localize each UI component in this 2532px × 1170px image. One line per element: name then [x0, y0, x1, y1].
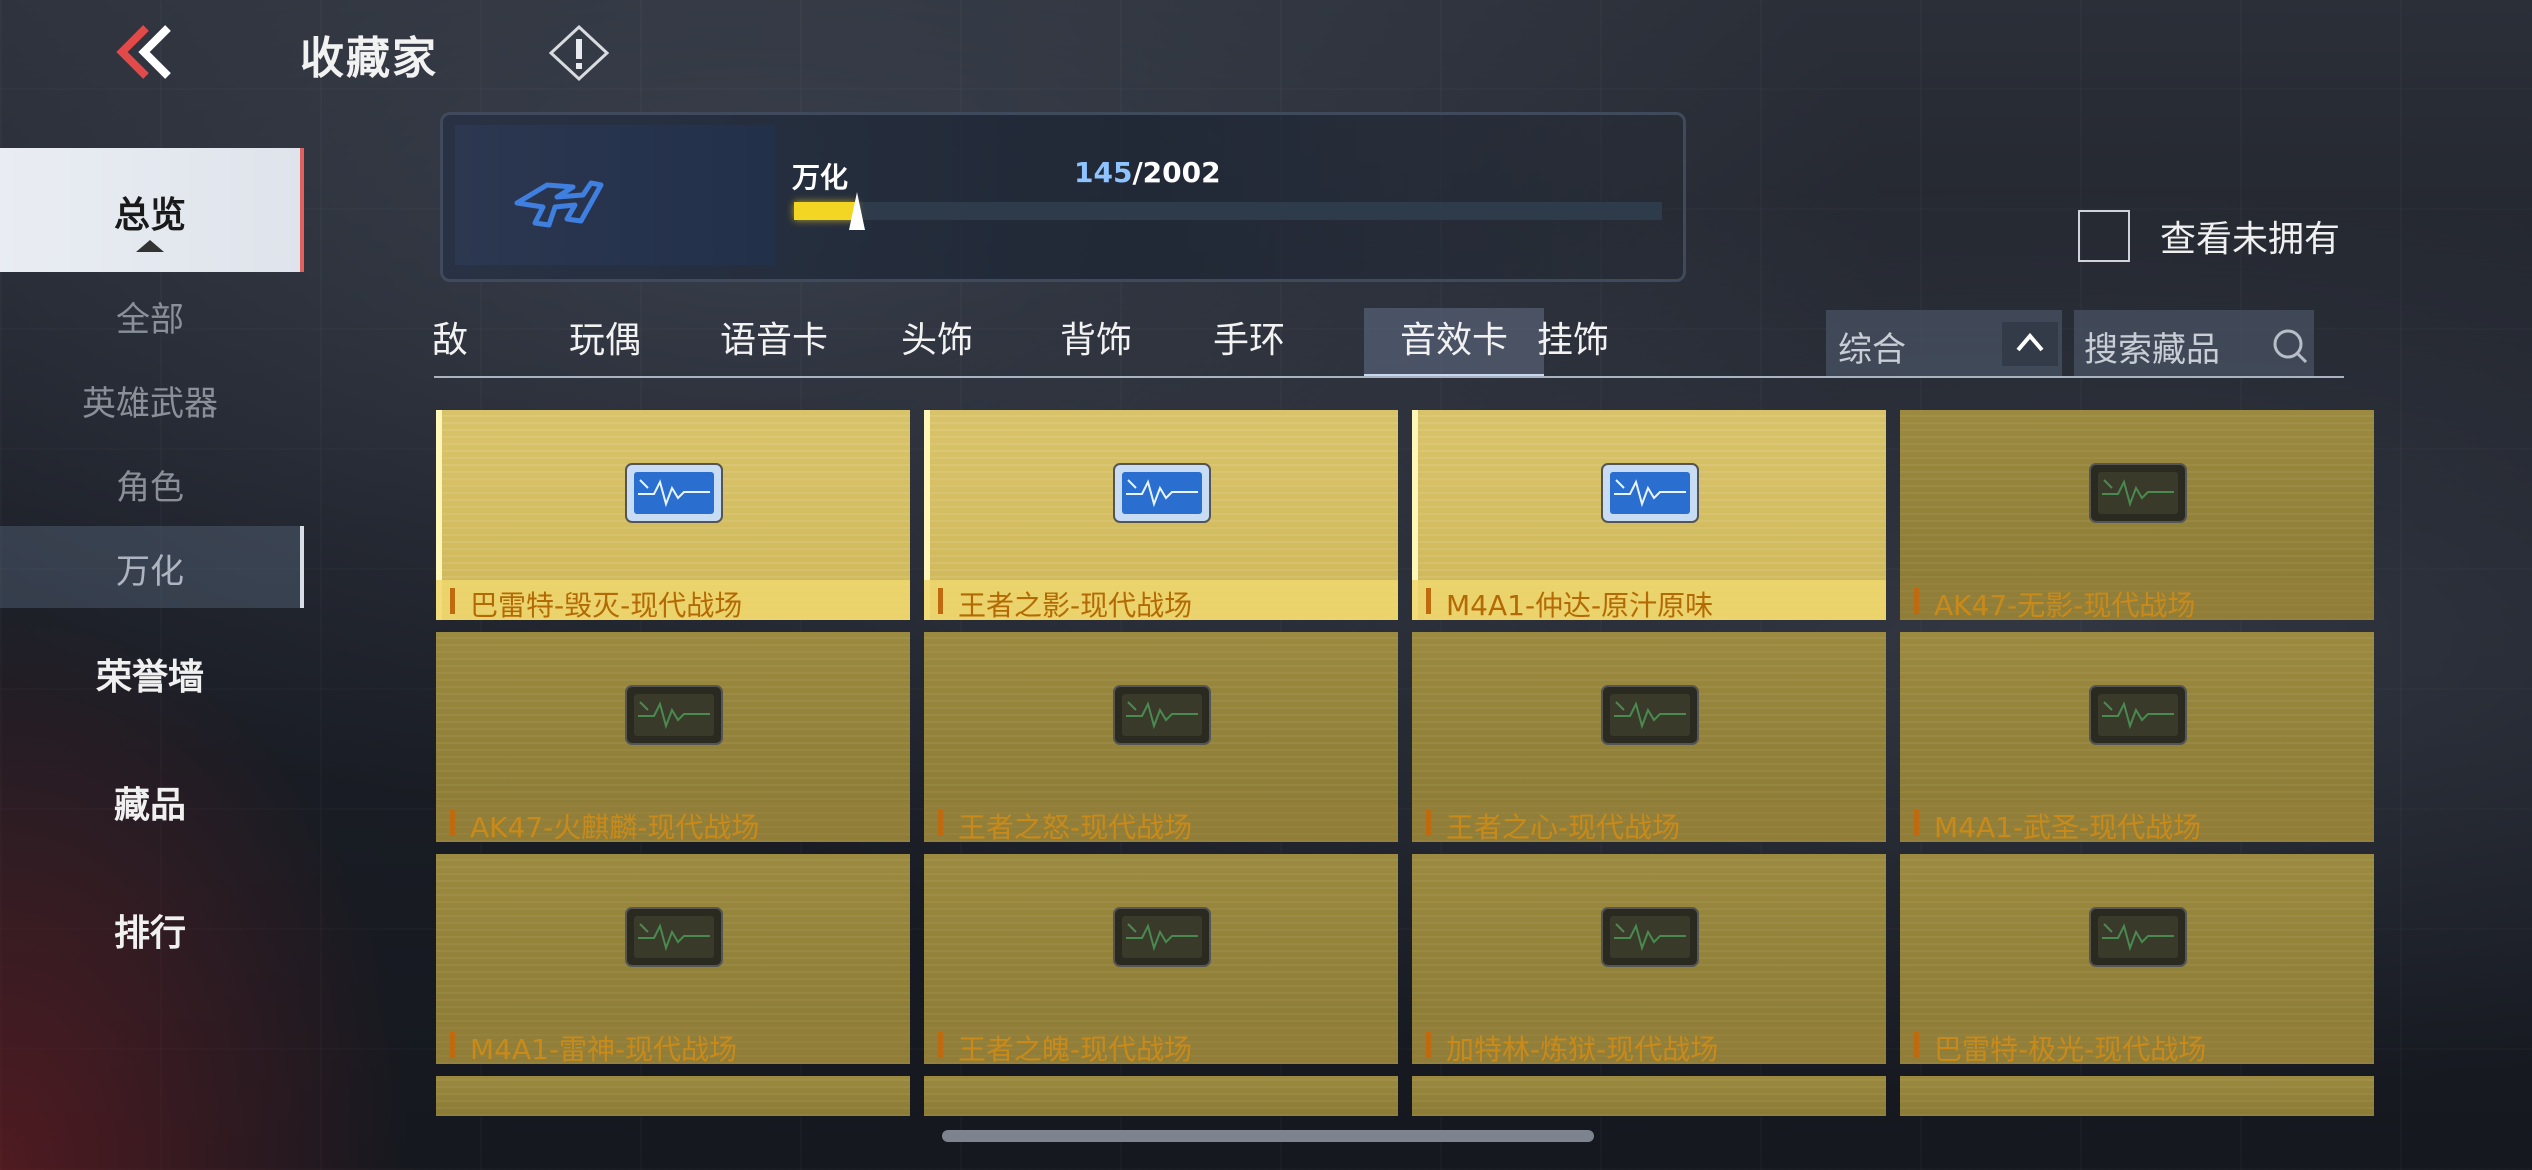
item-marker: [938, 588, 943, 614]
item-name: 巴雷特-极光-现代战场: [1934, 1033, 2207, 1064]
sound-card-icon: [2088, 906, 2188, 968]
item-marker: [1426, 588, 1431, 614]
item-name: M4A1-武圣-现代战场: [1934, 811, 2202, 842]
tab-divider: [434, 376, 2344, 378]
item-card[interactable]: [1412, 1076, 1886, 1116]
back-arrow-icon[interactable]: [112, 24, 184, 80]
info-icon[interactable]: [548, 24, 610, 82]
sound-card-icon: [1112, 906, 1212, 968]
item-marker: [1914, 588, 1919, 614]
nav-overview-label: 总览: [113, 195, 186, 236]
item-card[interactable]: 王者之怒-现代战场: [924, 632, 1398, 842]
nav-honor-wall[interactable]: 荣誉墙: [0, 648, 300, 700]
nav-sub-characters[interactable]: 角色: [0, 460, 300, 509]
progress-current: 145: [1074, 156, 1133, 189]
home-indicator: [942, 1130, 1594, 1142]
item-card[interactable]: [924, 1076, 1398, 1116]
sound-card-icon: [2088, 684, 2188, 746]
item-card[interactable]: 王者之心-现代战场: [1412, 632, 1886, 842]
sound-card-icon: [624, 906, 724, 968]
sound-card-icon: [2088, 462, 2188, 524]
sound-card-icon: [624, 462, 724, 524]
chevron-up-icon[interactable]: [2002, 322, 2058, 366]
item-card[interactable]: M4A1-仲达-原汁原味: [1412, 410, 1886, 620]
progress-marker-icon: [849, 192, 865, 230]
item-marker: [450, 810, 455, 836]
item-name: M4A1-雷神-现代战场: [470, 1033, 738, 1064]
item-marker: [1914, 810, 1919, 836]
progress-count: 145/2002: [1074, 156, 1221, 189]
sort-dropdown[interactable]: 综合: [1826, 310, 2062, 376]
show-unowned-checkbox[interactable]: [2078, 210, 2130, 262]
tab-5[interactable]: 手环: [1194, 308, 1304, 374]
sound-card-icon: [1112, 462, 1212, 524]
tab-6[interactable]: 音效卡: [1364, 308, 1544, 378]
item-name: 王者之魄-现代战场: [958, 1033, 1193, 1064]
item-name: M4A1-仲达-原汁原味: [1446, 589, 1714, 620]
item-card[interactable]: AK47-火麒麟-现代战场: [436, 632, 910, 842]
item-card[interactable]: [436, 1076, 910, 1116]
item-marker: [938, 1032, 943, 1058]
progress-total: /2002: [1132, 156, 1221, 189]
tab-1[interactable]: 玩偶: [550, 308, 660, 374]
show-unowned-label[interactable]: 查看未拥有: [2160, 210, 2340, 262]
nav-sub-wanhua[interactable]: 万化: [0, 526, 304, 608]
tab-2[interactable]: 语音卡: [704, 308, 844, 374]
progress-panel: [440, 112, 1686, 282]
item-card[interactable]: M4A1-雷神-现代战场: [436, 854, 910, 1064]
item-marker: [450, 1032, 455, 1058]
nav-sub-all[interactable]: 全部: [0, 292, 300, 341]
cf-logo-icon: [455, 125, 775, 265]
item-name: 王者之怒-现代战场: [958, 811, 1193, 842]
item-marker: [938, 810, 943, 836]
item-card[interactable]: M4A1-武圣-现代战场: [1900, 632, 2374, 842]
item-name: 加特林-炼狱-现代战场: [1446, 1033, 1719, 1064]
caret-up-icon: [136, 240, 164, 252]
search-icon[interactable]: [2270, 326, 2310, 366]
nav-sub-hero-weapons[interactable]: 英雄武器: [0, 376, 300, 425]
item-marker: [450, 588, 455, 614]
item-marker: [1426, 1032, 1431, 1058]
sound-card-icon: [1600, 462, 1700, 524]
item-name: 王者之影-现代战场: [958, 589, 1193, 620]
tab-0[interactable]: 敌: [434, 308, 480, 374]
tab-7[interactable]: 挂饰: [1518, 308, 1628, 374]
item-name: 巴雷特-毁灭-现代战场: [470, 589, 743, 620]
nav-overview[interactable]: 总览: [0, 148, 304, 272]
nav-collectibles[interactable]: 藏品: [0, 776, 300, 828]
sound-card-icon: [1600, 906, 1700, 968]
item-card[interactable]: 巴雷特-毁灭-现代战场: [436, 410, 910, 620]
search-placeholder: 搜索藏品: [2084, 330, 2220, 370]
progress-bar: [794, 202, 1662, 220]
tab-4[interactable]: 背饰: [1026, 308, 1166, 374]
item-name: 王者之心-现代战场: [1446, 811, 1681, 842]
progress-label: 万化: [792, 161, 849, 194]
sound-card-icon: [1112, 684, 1212, 746]
tab-3[interactable]: 头饰: [882, 308, 992, 374]
sound-card-icon: [1600, 684, 1700, 746]
page-title: 收藏家: [300, 33, 438, 84]
item-name: AK47-火麒麟-现代战场: [470, 811, 760, 842]
item-card[interactable]: 王者之影-现代战场: [924, 410, 1398, 620]
item-card[interactable]: 巴雷特-极光-现代战场: [1900, 854, 2374, 1064]
sort-label: 综合: [1838, 330, 1906, 370]
item-card[interactable]: AK47-无影-现代战场: [1900, 410, 2374, 620]
search-input[interactable]: 搜索藏品: [2074, 310, 2314, 376]
item-marker: [1426, 810, 1431, 836]
item-card[interactable]: 加特林-炼狱-现代战场: [1412, 854, 1886, 1064]
progress-fill: [794, 202, 857, 220]
item-card[interactable]: 王者之魄-现代战场: [924, 854, 1398, 1064]
nav-ranking[interactable]: 排行: [0, 904, 300, 956]
sound-card-icon: [624, 684, 724, 746]
nav-sub-wanhua-label: 万化: [116, 552, 184, 592]
item-card[interactable]: [1900, 1076, 2374, 1116]
item-marker: [1914, 1032, 1919, 1058]
item-name: AK47-无影-现代战场: [1934, 589, 2196, 620]
